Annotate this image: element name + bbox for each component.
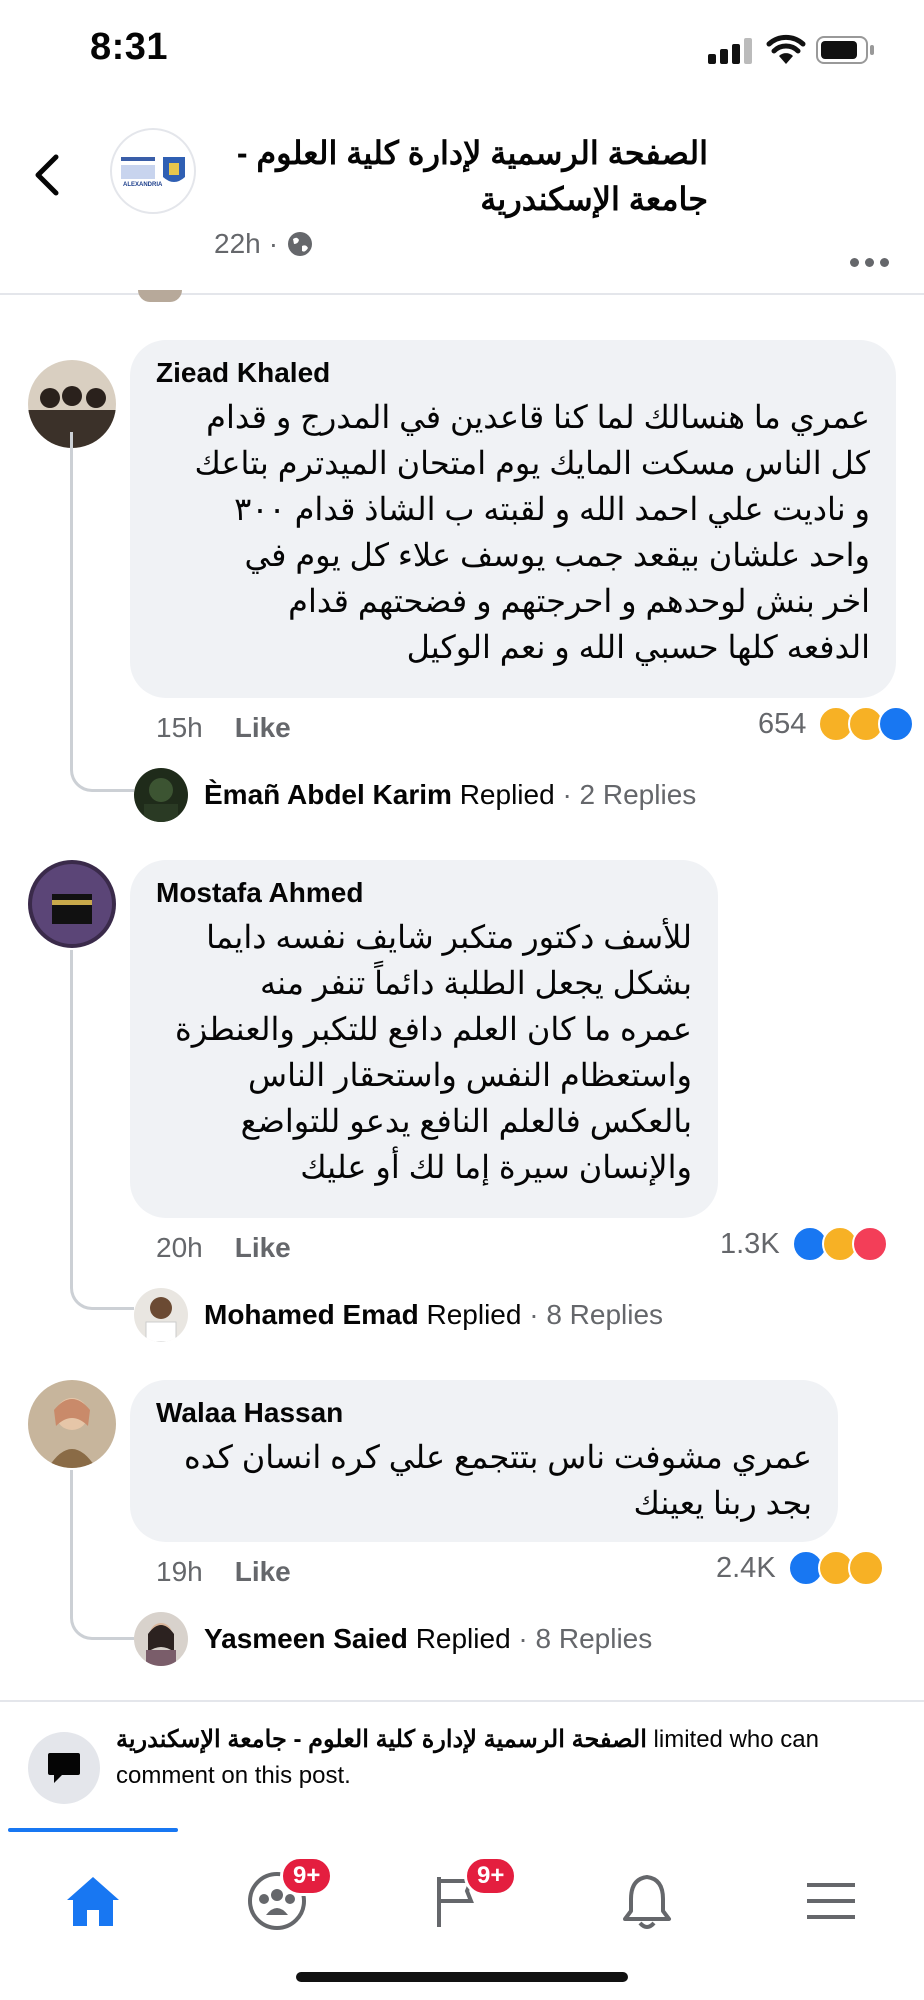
reply-author-name: Yasmeen Saied bbox=[204, 1623, 408, 1654]
love-reaction-icon bbox=[851, 1226, 888, 1262]
reply-author-avatar bbox=[134, 768, 188, 822]
reaction-summary[interactable]: 2.4K bbox=[716, 1550, 884, 1586]
reply-thread-line bbox=[70, 950, 134, 1310]
logo-lettering: ALEXANDRIA bbox=[123, 182, 163, 188]
comment-author[interactable]: Ziead Khaled bbox=[156, 356, 870, 390]
limited-comments-notice: الصفحة الرسمية لإدارة كلية العلوم - جامع… bbox=[0, 1700, 924, 1828]
feeds-notification-badge: 9+ bbox=[464, 1856, 518, 1896]
post-meta: 22h · bbox=[214, 228, 314, 260]
like-button[interactable]: Like bbox=[235, 1232, 291, 1264]
post-time: 22h bbox=[214, 228, 261, 259]
meta-separator: · bbox=[268, 228, 279, 259]
reply-author-avatar bbox=[134, 1612, 188, 1666]
comment-bubble[interactable]: Mostafa Ahmed للأسف دكتور متكبر شايف نفس… bbox=[130, 860, 718, 1218]
home-indicator bbox=[296, 1972, 628, 1982]
like-button[interactable]: Like bbox=[235, 712, 291, 744]
reply-author-name: Èmañ Abdel Karim bbox=[204, 779, 452, 810]
reaction-count: 1.3K bbox=[720, 1227, 780, 1260]
groups-notification-badge: 9+ bbox=[280, 1856, 334, 1896]
reply-thread-line bbox=[70, 1470, 134, 1640]
comment-author-avatar[interactable] bbox=[28, 1380, 116, 1468]
home-icon bbox=[67, 1877, 119, 1926]
replies-preview[interactable]: Mohamed Emad Replied · 8 Replies bbox=[134, 1288, 663, 1342]
status-time: 8:31 bbox=[90, 26, 169, 68]
comment-bubble[interactable]: Ziead Khaled عمري ما هنسالك لما كنا قاعد… bbox=[130, 340, 896, 698]
wifi-icon bbox=[766, 34, 806, 66]
menu-icon bbox=[807, 1883, 855, 1919]
replies-preview[interactable]: Yasmeen Saied Replied · 8 Replies bbox=[134, 1612, 652, 1666]
limited-text-1: limited who can bbox=[646, 1726, 819, 1753]
bell-icon bbox=[623, 1875, 671, 1929]
limited-page-name[interactable]: الصفحة الرسمية لإدارة كلية العلوم - جامع… bbox=[116, 1726, 647, 1753]
more-options-button[interactable] bbox=[850, 258, 890, 270]
reaction-count: 2.4K bbox=[716, 1551, 776, 1584]
dot-icon bbox=[865, 258, 874, 267]
replies-preview[interactable]: Èmañ Abdel Karim Replied · 2 Replies bbox=[134, 768, 696, 822]
chevron-left-icon bbox=[35, 154, 59, 196]
reaction-summary[interactable]: 654 bbox=[758, 706, 915, 742]
like-button[interactable]: Like bbox=[235, 1556, 291, 1588]
dot-icon bbox=[850, 258, 859, 267]
tab-menu[interactable] bbox=[776, 1846, 886, 1956]
comment-time: 15h bbox=[156, 712, 203, 743]
globe-icon bbox=[288, 232, 313, 256]
page-avatar[interactable]: ALEXANDRIA bbox=[110, 128, 196, 214]
university-logo: ALEXANDRIA bbox=[121, 157, 185, 188]
page-title[interactable]: الصفحة الرسمية لإدارة كلية العلوم - جامع… bbox=[188, 130, 708, 222]
previous-comment-avatar-fragment bbox=[138, 290, 182, 302]
tab-home[interactable] bbox=[38, 1846, 148, 1956]
sad-reaction-icon bbox=[847, 1550, 884, 1586]
reply-action: Replied bbox=[415, 1623, 511, 1654]
reply-thread-line bbox=[70, 432, 134, 792]
reaction-summary[interactable]: 1.3K bbox=[720, 1226, 888, 1262]
like-reaction-icon bbox=[878, 706, 915, 742]
comment-actions: 20h Like bbox=[156, 1232, 291, 1264]
active-tab-indicator bbox=[8, 1828, 178, 1832]
back-button[interactable] bbox=[32, 145, 72, 205]
reply-count: · 2 Replies bbox=[562, 779, 697, 810]
comment-actions: 19h Like bbox=[156, 1556, 291, 1588]
comment-text: للأسف دكتور متكبر شايف نفسه دايما بشكل ي… bbox=[174, 919, 692, 1185]
reply-action: Replied bbox=[426, 1299, 522, 1330]
comment-author[interactable]: Mostafa Ahmed bbox=[156, 876, 692, 910]
comment-time: 19h bbox=[156, 1556, 203, 1587]
reply-author-name: Mohamed Emad bbox=[204, 1299, 419, 1330]
limited-text-2: comment on this post. bbox=[116, 1762, 351, 1789]
reply-count: · 8 Replies bbox=[518, 1623, 653, 1654]
reply-action: Replied bbox=[459, 779, 555, 810]
comment-author[interactable]: Walaa Hassan bbox=[156, 1396, 812, 1430]
comment-author-avatar[interactable] bbox=[28, 860, 116, 948]
status-bar: 8:31 bbox=[0, 0, 924, 100]
comment-bubble-icon bbox=[28, 1732, 100, 1804]
tab-feeds[interactable]: 9+ bbox=[406, 1846, 518, 1956]
reply-count: · 8 Replies bbox=[529, 1299, 664, 1330]
comment-bubble[interactable]: Walaa Hassan عمري مشوفت ناس بتتجمع علي ك… bbox=[130, 1380, 838, 1542]
battery-icon bbox=[816, 36, 876, 64]
tab-groups[interactable]: 9+ bbox=[222, 1846, 334, 1956]
comment-text: عمري مشوفت ناس بتتجمع علي كره انسان كده … bbox=[184, 1439, 812, 1521]
tab-notifications[interactable] bbox=[592, 1846, 702, 1956]
reaction-count: 654 bbox=[758, 707, 807, 740]
comment-actions: 15h Like bbox=[156, 712, 291, 744]
comment-text: عمري ما هنسالك لما كنا قاعدين في المدرج … bbox=[194, 399, 870, 665]
cellular-signal-icon bbox=[708, 38, 758, 64]
post-header: ALEXANDRIA الصفحة الرسمية لإدارة كلية ال… bbox=[0, 100, 924, 295]
reply-author-avatar bbox=[134, 1288, 188, 1342]
limited-notice-text: الصفحة الرسمية لإدارة كلية العلوم - جامع… bbox=[116, 1722, 924, 1794]
comment-time: 20h bbox=[156, 1232, 203, 1263]
dot-icon bbox=[880, 258, 889, 267]
